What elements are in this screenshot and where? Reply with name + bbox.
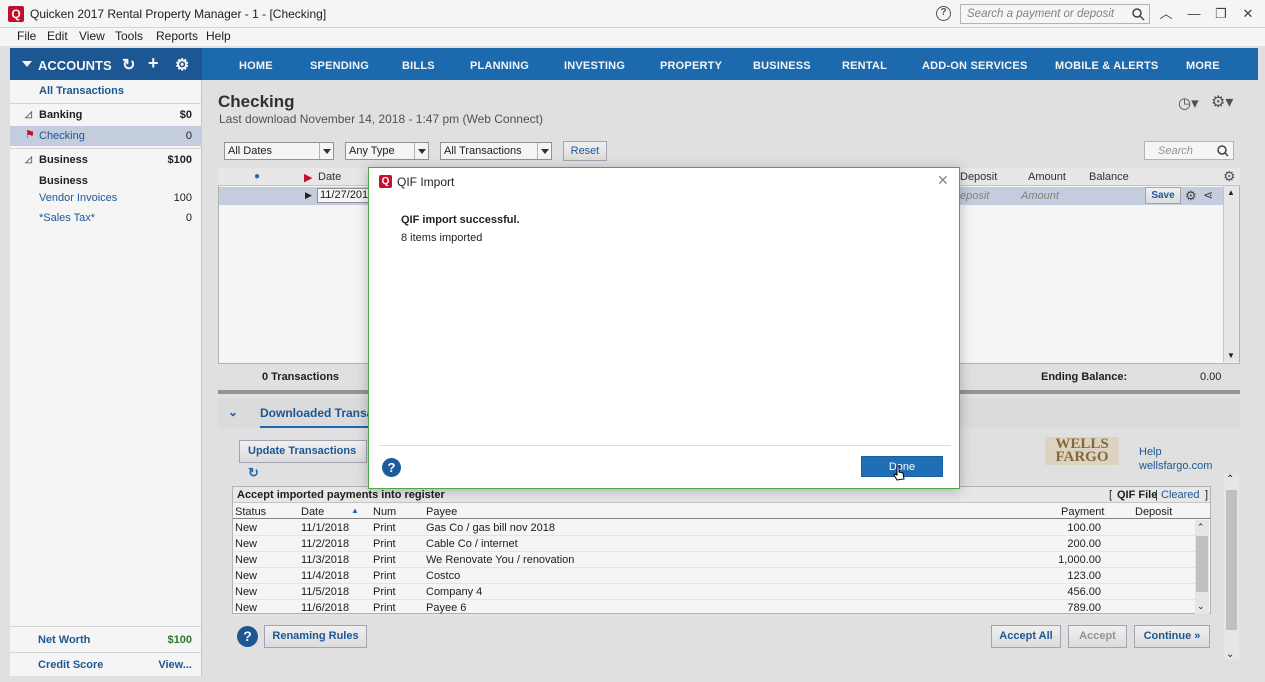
quicken-logo-icon: Q: [379, 175, 392, 188]
hand-cursor-icon: [893, 465, 905, 481]
dialog-title: QIF Import: [397, 175, 455, 189]
success-message: QIF import successful.: [401, 214, 520, 226]
divider: [379, 445, 951, 446]
close-icon[interactable]: ✕: [937, 172, 949, 189]
help-icon[interactable]: ?: [382, 458, 401, 477]
items-imported-message: 8 items imported: [401, 232, 483, 244]
qif-import-dialog: Q QIF Import ✕ QIF import successful. 8 …: [368, 167, 960, 489]
